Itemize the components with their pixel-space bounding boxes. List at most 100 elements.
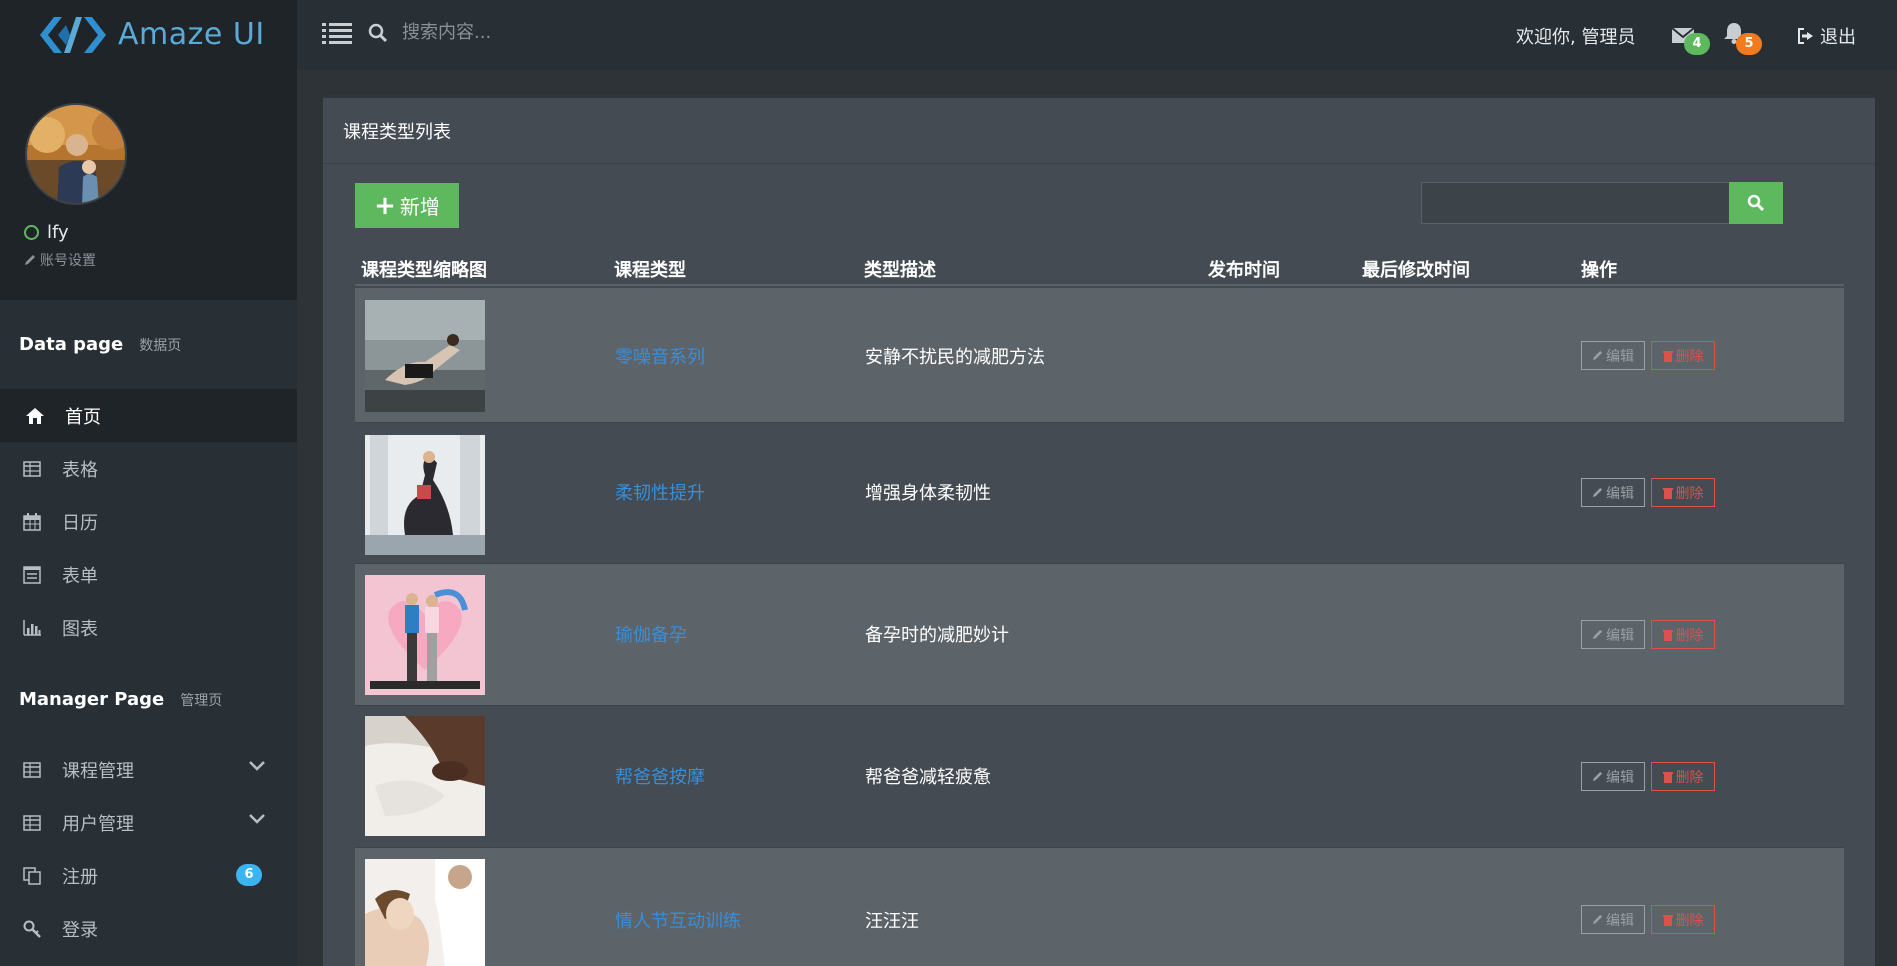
edit-button[interactable]: 编辑: [1581, 341, 1645, 370]
column-header: 类型描述: [864, 260, 936, 281]
course-thumbnail[interactable]: [365, 859, 485, 966]
course-type-description: 增强身体柔韧性: [865, 483, 991, 504]
delete-button[interactable]: 删除: [1651, 762, 1715, 791]
table-row: 情人节互动训练 汪汪汪 编辑 删除: [355, 848, 1844, 966]
sidebar-item-user-management[interactable]: 用户管理: [0, 796, 297, 849]
course-type-description: 汪汪汪: [865, 911, 919, 932]
table-search-button[interactable]: [1729, 182, 1783, 224]
sidebar-item-course-management[interactable]: 课程管理: [0, 743, 297, 796]
section-title-sub: 数据页: [139, 338, 182, 354]
data-page-section-title: Data page 数据页: [19, 334, 181, 355]
delete-label: 删除: [1675, 348, 1704, 365]
table-row: 瑜伽备孕 备孕时的减肥妙计 编辑 删除: [355, 564, 1844, 706]
sidebar-item-label: 表单: [62, 565, 98, 587]
account-settings-label: 账号设置: [40, 253, 96, 269]
section-title-sub: 管理页: [180, 693, 223, 709]
delete-label: 删除: [1675, 627, 1704, 644]
course-type-link[interactable]: 柔韧性提升: [615, 479, 705, 505]
bar-chart-icon: [22, 618, 42, 638]
delete-button[interactable]: 删除: [1651, 478, 1715, 507]
logo[interactable]: Amaze UI: [0, 0, 297, 69]
course-type-link[interactable]: 零噪音系列: [615, 343, 705, 369]
edit-button[interactable]: 编辑: [1581, 762, 1645, 791]
delete-button[interactable]: 删除: [1651, 620, 1715, 649]
course-thumbnail[interactable]: [365, 716, 485, 836]
user-profile: lfy 账号设置: [0, 69, 297, 300]
course-type-description: 帮爸爸减轻疲惫: [865, 767, 991, 788]
avatar[interactable]: [25, 103, 127, 205]
sidebar-item-login[interactable]: 登录: [0, 902, 297, 955]
course-thumbnail[interactable]: [365, 300, 485, 412]
home-icon: [25, 406, 45, 426]
course-thumbnail[interactable]: [365, 435, 485, 555]
edit-label: 编辑: [1606, 769, 1634, 786]
username-label: lfy: [47, 222, 69, 243]
amaze-logo-icon: [40, 16, 106, 53]
edit-label: 编辑: [1606, 348, 1634, 365]
calendar-icon: [22, 512, 42, 532]
edit-label: 编辑: [1606, 912, 1634, 929]
pencil-icon: [1592, 629, 1603, 640]
column-header: 课程类型: [614, 260, 686, 281]
online-status-icon: [24, 225, 39, 240]
trash-icon: [1662, 771, 1673, 783]
copy-icon: [22, 866, 42, 886]
menu-toggle-icon[interactable]: [322, 22, 352, 46]
course-type-link[interactable]: 瑜伽备孕: [615, 621, 687, 647]
column-header: 发布时间: [1208, 260, 1280, 281]
course-type-link[interactable]: 帮爸爸按摩: [615, 763, 705, 789]
table-search-input[interactable]: [1421, 182, 1731, 224]
messages-badge: 4: [1684, 33, 1710, 55]
table-icon: [22, 760, 42, 780]
sidebar-item-label: 课程管理: [62, 760, 134, 782]
sidebar-item-label: 日历: [62, 512, 98, 534]
sidebar-item-label: 首页: [65, 406, 101, 428]
column-header: 课程类型缩略图: [361, 260, 487, 281]
header-search: [368, 22, 702, 43]
sidebar-item-table[interactable]: 表格: [0, 442, 297, 495]
delete-label: 删除: [1675, 485, 1704, 502]
trash-icon: [1662, 914, 1673, 926]
header-search-input[interactable]: [402, 22, 702, 43]
username: lfy: [24, 222, 69, 243]
trash-icon: [1662, 487, 1673, 499]
delete-label: 删除: [1675, 912, 1704, 929]
account-settings-link[interactable]: 账号设置: [24, 250, 96, 270]
course-thumbnail[interactable]: [365, 575, 485, 695]
chevron-down-icon[interactable]: [249, 814, 265, 824]
table-icon: [22, 813, 42, 833]
add-button[interactable]: + 新增: [355, 183, 459, 228]
pencil-icon: [1592, 771, 1603, 782]
pencil-icon: [25, 255, 35, 265]
sidebar-item-register[interactable]: 注册 6: [0, 849, 297, 902]
edit-button[interactable]: 编辑: [1581, 478, 1645, 507]
trash-icon: [1662, 629, 1673, 641]
column-header: 操作: [1581, 260, 1617, 281]
sidebar-item-label: 用户管理: [62, 813, 134, 835]
add-button-label: 新增: [399, 195, 440, 219]
chevron-down-icon[interactable]: [249, 761, 265, 771]
sidebar-item-calendar[interactable]: 日历: [0, 495, 297, 548]
delete-button[interactable]: 删除: [1651, 905, 1715, 934]
edit-label: 编辑: [1606, 627, 1634, 644]
table-row: 柔韧性提升 增强身体柔韧性 编辑 删除: [355, 423, 1844, 564]
logout-button[interactable]: 退出: [1798, 23, 1856, 49]
trash-icon: [1662, 350, 1673, 362]
welcome-text: 欢迎你, 管理员: [1516, 27, 1636, 48]
delete-button[interactable]: 删除: [1651, 341, 1715, 370]
section-title-main: Data page: [19, 334, 124, 355]
key-icon: [22, 919, 42, 939]
edit-button[interactable]: 编辑: [1581, 620, 1645, 649]
sidebar-item-home[interactable]: 首页: [0, 389, 297, 442]
pencil-icon: [1592, 350, 1603, 361]
column-header: 最后修改时间: [1362, 260, 1470, 281]
table-row: 帮爸爸按摩 帮爸爸减轻疲惫 编辑 删除: [355, 706, 1844, 848]
sidebar-item-form[interactable]: 表单: [0, 548, 297, 601]
sidebar-item-chart[interactable]: 图表: [0, 601, 297, 654]
course-type-link[interactable]: 情人节互动训练: [615, 907, 741, 933]
edit-button[interactable]: 编辑: [1581, 905, 1645, 934]
sidebar-item-label: 登录: [62, 919, 98, 941]
form-icon: [22, 565, 42, 585]
search-icon[interactable]: [368, 23, 388, 43]
delete-label: 删除: [1675, 769, 1704, 786]
